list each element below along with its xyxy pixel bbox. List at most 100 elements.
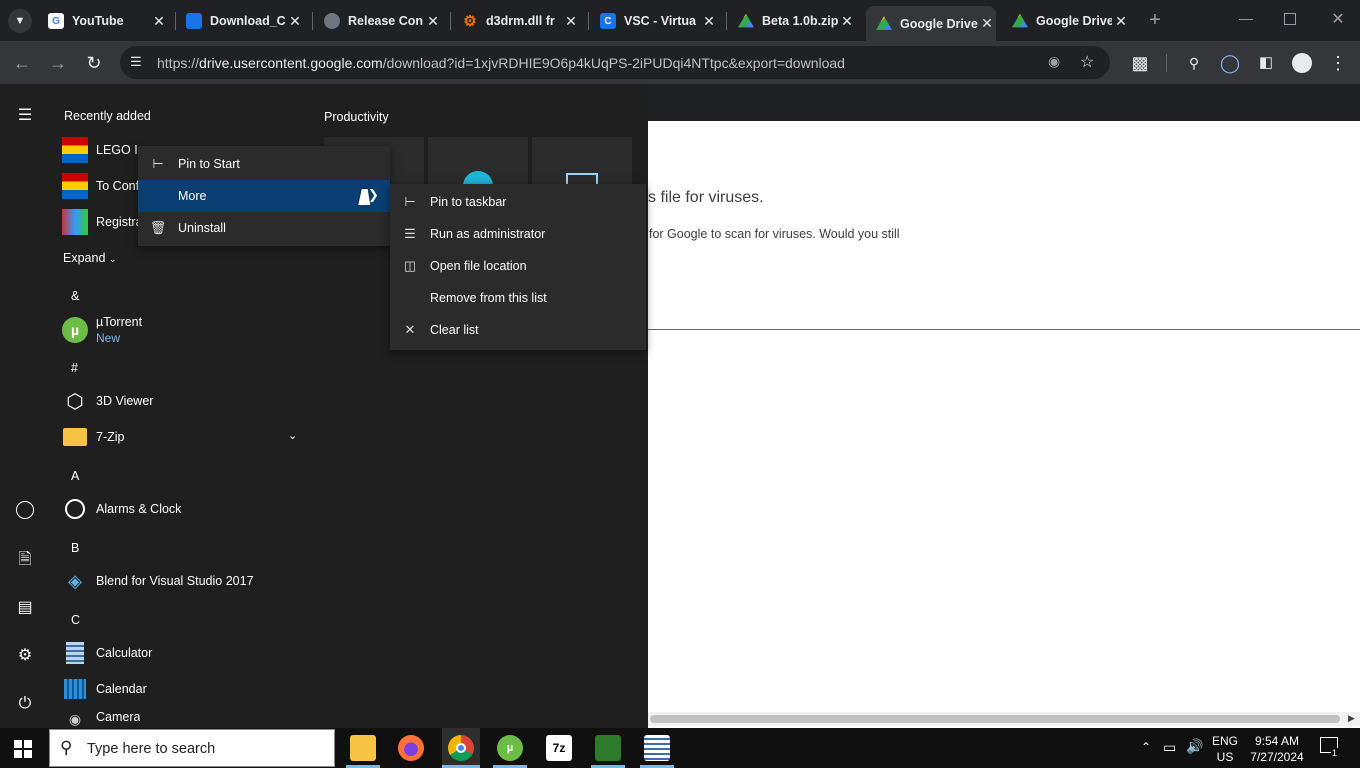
utorrent-taskbar-icon[interactable]: µ: [497, 735, 523, 761]
tab-search-button[interactable]: ▼: [8, 9, 32, 33]
close-icon[interactable]: ✕: [562, 13, 580, 30]
tab-youtube[interactable]: G YouTube ✕: [48, 6, 168, 36]
tab-google-drive[interactable]: Google Drive ✕: [1012, 6, 1130, 36]
app-label: 3D Viewer: [96, 394, 154, 408]
labs-flask-icon[interactable]: ⚲: [1182, 51, 1206, 75]
calendar-icon: [62, 676, 88, 702]
close-icon[interactable]: ✕: [838, 13, 856, 30]
section-letter[interactable]: #: [71, 361, 78, 375]
clear-list-item[interactable]: ✕ Clear list: [390, 314, 646, 346]
app-3d-viewer[interactable]: ⬡ 3D Viewer: [62, 386, 153, 416]
extension-circle-icon[interactable]: ◯: [1218, 51, 1242, 75]
chrome-icon[interactable]: [448, 735, 474, 761]
scrollbar-thumb[interactable]: [650, 715, 1340, 723]
page-heading: s file for viruses.: [648, 189, 764, 206]
browser-toolbar: ← → ↻ ☰ https://drive.usercontent.google…: [0, 41, 1360, 84]
close-icon[interactable]: ✕: [978, 15, 996, 32]
uninstall-item[interactable]: 🗑 Uninstall: [138, 212, 390, 244]
back-button[interactable]: ←: [10, 51, 34, 75]
clock-date: 7/27/2024: [1250, 750, 1304, 764]
site-icon: [186, 13, 202, 29]
pin-to-start-item[interactable]: ⊢ Pin to Start: [138, 148, 390, 180]
app-label: 7-Zip: [96, 430, 125, 444]
close-window-button[interactable]: ✕: [1328, 9, 1348, 29]
menu-kebab-icon[interactable]: ⋮: [1326, 51, 1350, 75]
chevron-down-icon[interactable]: ⌄: [288, 429, 297, 442]
open-file-location-item[interactable]: ◫ Open file location: [390, 250, 646, 282]
recent-app-lego[interactable]: LEGO Is: [62, 135, 144, 165]
language-indicator[interactable]: ENG US: [1212, 733, 1238, 765]
firefox-icon[interactable]: [398, 735, 424, 761]
run-as-admin-item[interactable]: ☰ Run as administrator: [390, 218, 646, 250]
section-letter[interactable]: &: [71, 289, 79, 303]
app-utorrent[interactable]: µ µTorrent New: [62, 313, 142, 347]
app-camera[interactable]: ◉ Camera: [62, 710, 141, 728]
app-alarms-clock[interactable]: Alarms & Clock: [62, 494, 181, 524]
tab-beta[interactable]: Beta 1.0b.zip ✕: [738, 6, 856, 36]
address-bar[interactable]: ☰ https://drive.usercontent.google.com/d…: [120, 46, 1110, 79]
lego-app-icon: [62, 137, 88, 163]
app-calendar[interactable]: Calendar: [62, 674, 147, 704]
section-letter[interactable]: A: [71, 469, 79, 483]
side-panel-icon[interactable]: ◧: [1254, 51, 1278, 75]
documents-icon[interactable]: 🗎: [14, 549, 36, 571]
app-blend-vs[interactable]: ◈ Blend for Visual Studio 2017: [62, 566, 253, 596]
recent-app-registry[interactable]: Registra: [62, 207, 143, 237]
seven-zip-icon[interactable]: 7z: [546, 735, 572, 761]
taskbar-search-input[interactable]: ⚲ Type here to search: [49, 729, 335, 767]
settings-gear-icon[interactable]: ⚙: [14, 645, 36, 667]
clock[interactable]: 9:54 AM 7/27/2024: [1249, 733, 1305, 765]
scroll-right-icon[interactable]: ▶: [1348, 713, 1355, 724]
profile-avatar[interactable]: [1292, 53, 1312, 73]
network-icon[interactable]: ▭: [1163, 739, 1176, 756]
reload-button[interactable]: ↻: [82, 51, 106, 75]
hamburger-icon[interactable]: ☰: [14, 105, 36, 127]
file-explorer-icon[interactable]: [350, 735, 376, 761]
user-account-icon[interactable]: [14, 501, 36, 523]
eye-off-icon[interactable]: ◉: [1048, 53, 1060, 70]
tab-release[interactable]: Release Con ✕: [324, 6, 442, 36]
section-letter[interactable]: B: [71, 541, 79, 555]
restore-button[interactable]: [1284, 13, 1296, 25]
expand-button[interactable]: Expand ⌄: [63, 251, 116, 265]
tab-google-drive-active[interactable]: Google Drive ✕: [866, 6, 996, 41]
windows-start-button[interactable]: [14, 740, 32, 758]
taskbar: ⚲ Type here to search µ 7z ⌃ ▭ 🔊 ENG US …: [0, 728, 1360, 768]
volume-icon[interactable]: 🔊: [1186, 738, 1203, 755]
tab-d3drm[interactable]: ⚙ d3drm.dll fr ✕: [462, 6, 580, 36]
extensions-icon[interactable]: ▩: [1128, 51, 1152, 75]
chevron-down-icon: ⌄: [108, 254, 117, 264]
github-icon: [324, 13, 340, 29]
tab-vsc[interactable]: C VSC - Virtua ✕: [600, 6, 718, 36]
close-icon[interactable]: ✕: [150, 13, 168, 30]
close-icon[interactable]: ✕: [424, 13, 442, 30]
forward-button[interactable]: →: [46, 51, 70, 75]
more-item[interactable]: More ❯: [138, 180, 390, 212]
vsc-icon: C: [600, 13, 616, 29]
close-icon[interactable]: ✕: [286, 13, 304, 30]
app-7zip-folder[interactable]: 7-Zip: [62, 422, 302, 452]
close-icon[interactable]: ✕: [700, 13, 718, 30]
network-card-icon[interactable]: [595, 735, 621, 761]
recent-app-config[interactable]: To Conf: [62, 171, 139, 201]
menu-label: Run as administrator: [430, 227, 546, 241]
minimize-button[interactable]: —: [1236, 10, 1256, 30]
pin-to-taskbar-item[interactable]: ⊢ Pin to taskbar: [390, 186, 646, 218]
tab-download[interactable]: Download_C ✕: [186, 6, 304, 36]
power-icon[interactable]: ⏻: [14, 693, 36, 715]
site-info-icon[interactable]: ☰: [130, 54, 142, 70]
close-icon[interactable]: ✕: [1112, 13, 1130, 30]
notepad-icon[interactable]: [644, 735, 670, 761]
show-hidden-icons[interactable]: ⌃: [1141, 740, 1151, 754]
star-icon[interactable]: ☆: [1080, 52, 1094, 72]
new-tab-button[interactable]: +: [1145, 9, 1165, 31]
section-letter[interactable]: C: [71, 613, 80, 627]
productivity-header: Productivity: [324, 110, 389, 124]
horizontal-scrollbar[interactable]: ▶: [648, 712, 1360, 726]
trash-icon: 🗑: [149, 220, 167, 235]
app-calculator[interactable]: Calculator: [62, 638, 152, 668]
pin-icon: ⊢: [404, 194, 416, 209]
start-left-rail: ☰ 🗎 ▤ ⚙ ⏻: [0, 84, 50, 728]
remove-from-list-item[interactable]: Remove from this list: [390, 282, 646, 314]
pictures-icon[interactable]: ▤: [14, 597, 36, 619]
